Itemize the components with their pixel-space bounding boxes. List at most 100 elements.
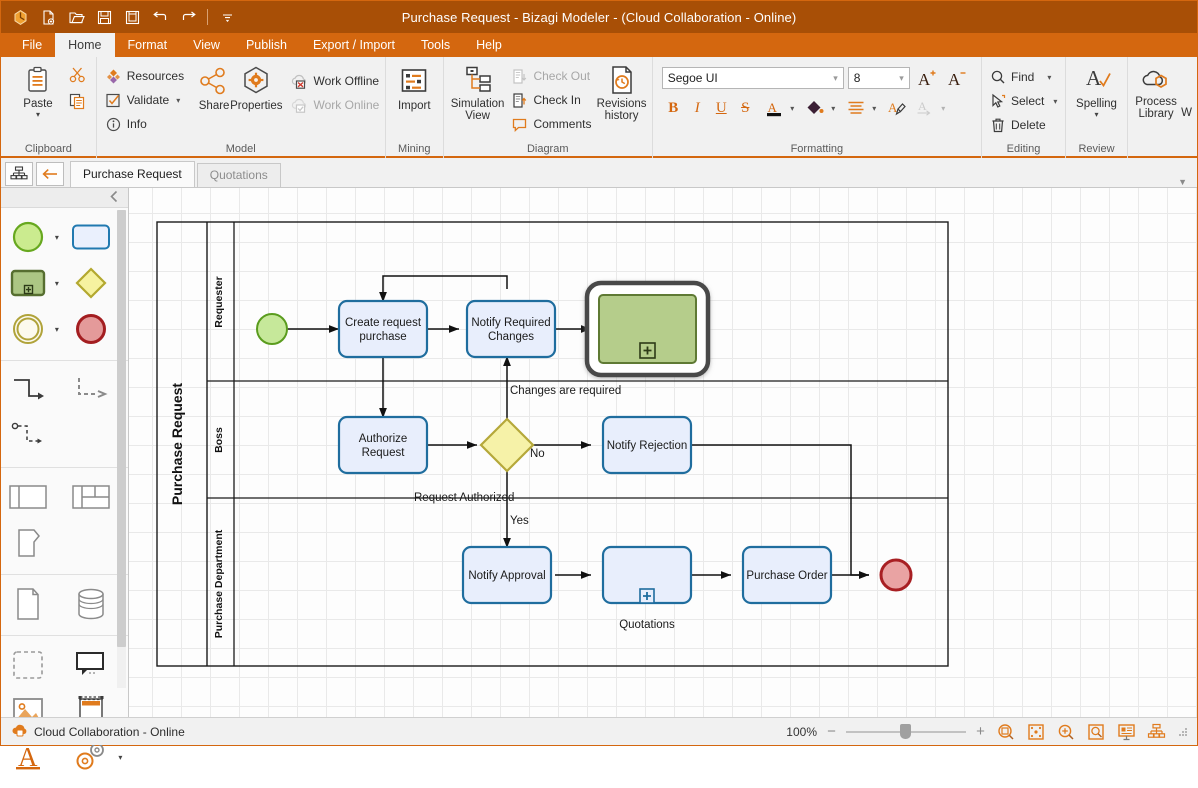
bpmn-diagram[interactable]: Purchase Request Requester Boss Purchase…	[129, 188, 1197, 717]
diagram-canvas[interactable]: Purchase Request Requester Boss Purchase…	[129, 188, 1197, 717]
tab-tools[interactable]: Tools	[408, 33, 463, 57]
doc-tab-quotations[interactable]: Quotations	[196, 163, 281, 187]
work-offline-button[interactable]: Work Offline	[287, 69, 386, 93]
align-caret[interactable]: ▾	[869, 97, 880, 120]
intermediate-event-shape[interactable]	[1, 306, 55, 352]
fill-color-button[interactable]	[804, 97, 827, 120]
zoom-region-button[interactable]	[1085, 722, 1107, 742]
validate-dropdown-caret[interactable]: ▾	[176, 96, 180, 105]
redo-icon[interactable]	[175, 4, 201, 30]
font-color-caret[interactable]: ▾	[787, 97, 798, 120]
zoom-in-tool-button[interactable]	[1055, 722, 1077, 742]
resources-button[interactable]: Resources	[102, 64, 190, 88]
format-painter-button[interactable]: A	[886, 97, 909, 120]
check-out-button[interactable]: Check Out	[508, 64, 596, 88]
copy-button[interactable]	[66, 90, 89, 113]
work-online-button[interactable]: Work Online	[287, 93, 386, 117]
node-end-event[interactable]	[879, 558, 913, 592]
milestone-shape[interactable]	[1, 520, 57, 566]
font-family-caret[interactable]: ▾	[830, 73, 841, 84]
check-in-button[interactable]: Check In	[508, 88, 596, 112]
zoom-slider-thumb[interactable]	[900, 724, 911, 739]
fit-to-page-button[interactable]	[1025, 722, 1047, 742]
italic-button[interactable]: I	[686, 97, 709, 120]
clipped-button-label[interactable]: W	[1179, 107, 1192, 139]
tab-format[interactable]: Format	[115, 33, 181, 57]
delete-button[interactable]: Delete	[987, 113, 1063, 137]
palette-scroll-thumb[interactable]	[117, 210, 126, 647]
clear-format-button[interactable]: A	[914, 97, 937, 120]
clear-format-caret[interactable]: ▾	[938, 97, 949, 120]
tab-export-import[interactable]: Export / Import	[300, 33, 408, 57]
node-create-request-purchase[interactable]: Create request purchase	[337, 299, 429, 359]
app-logo-icon[interactable]	[7, 4, 33, 30]
process-library-button[interactable]: Process Library	[1133, 61, 1179, 120]
node-notify-required-changes[interactable]: Notify Required Changes	[465, 299, 557, 359]
association-connector[interactable]	[1, 413, 57, 459]
cut-button[interactable]	[66, 63, 89, 86]
tab-view[interactable]: View	[180, 33, 233, 57]
properties-button[interactable]: Properties	[230, 61, 283, 112]
end-event-shape[interactable]	[65, 306, 119, 352]
node-notify-rejection[interactable]: Notify Rejection	[601, 415, 693, 475]
gateway-shape[interactable]	[65, 260, 119, 306]
node-selected-subprocess[interactable]	[584, 280, 711, 378]
resize-grip[interactable]	[1177, 726, 1189, 738]
paste-dropdown-caret[interactable]: ▾	[36, 111, 40, 119]
tab-help[interactable]: Help	[463, 33, 515, 57]
select-dropdown-caret[interactable]: ▾	[1053, 97, 1057, 106]
find-button[interactable]: Find ▾	[987, 65, 1063, 89]
new-document-icon[interactable]	[35, 4, 61, 30]
node-purchase-order[interactable]: Purchase Order	[741, 545, 833, 605]
chevron-left-icon[interactable]	[109, 190, 120, 206]
intermediate-event-dropdown-caret[interactable]: ▾	[55, 325, 65, 334]
node-quotations-subprocess[interactable]: Quotations	[601, 545, 693, 631]
info-button[interactable]: Info	[102, 112, 190, 136]
node-start-event[interactable]	[256, 313, 288, 345]
find-dropdown-caret[interactable]: ▾	[1047, 73, 1051, 82]
paste-button[interactable]: Paste ▾	[10, 61, 66, 119]
tab-home[interactable]: Home	[55, 33, 115, 57]
presentation-view-button[interactable]	[1115, 722, 1137, 742]
process-tree-view-button[interactable]	[1145, 722, 1167, 742]
zoom-out-button[interactable]: −	[825, 723, 838, 740]
font-size-combo[interactable]: 8 ▾	[847, 67, 910, 89]
tab-publish[interactable]: Publish	[233, 33, 300, 57]
fill-color-caret[interactable]: ▾	[828, 97, 839, 120]
shrink-font-button[interactable]: A	[944, 65, 970, 91]
lane-requester[interactable]: Requester	[207, 222, 948, 666]
save-as-icon[interactable]	[119, 4, 145, 30]
subprocess-dropdown-caret[interactable]: ▾	[55, 279, 65, 288]
palette-scrollbar[interactable]	[117, 210, 126, 688]
lane-purchase-department[interactable]: Purchase Department	[213, 529, 225, 638]
import-button[interactable]: Import	[391, 61, 438, 112]
start-event-shape[interactable]	[1, 214, 55, 260]
back-button[interactable]	[36, 162, 64, 186]
lane-shape[interactable]	[65, 474, 119, 520]
font-family-combo[interactable]: Segoe UI ▾	[661, 67, 844, 89]
strikethrough-button[interactable]: S	[734, 97, 757, 120]
node-exclusive-gateway[interactable]	[479, 417, 535, 473]
simulation-view-button[interactable]: Simulation View	[451, 61, 504, 122]
diagram-selector-button[interactable]	[5, 162, 33, 186]
node-notify-approval[interactable]: Notify Approval	[461, 545, 553, 605]
zoom-slider[interactable]	[846, 724, 966, 739]
font-color-button[interactable]: A	[763, 97, 786, 120]
spelling-button[interactable]: A Spelling ▾	[1071, 61, 1122, 119]
validate-button[interactable]: Validate ▾	[102, 88, 190, 112]
message-flow-connector[interactable]	[65, 367, 119, 413]
select-button[interactable]: Select ▾	[987, 89, 1063, 113]
zoom-in-button[interactable]: +	[974, 723, 987, 740]
zoom-to-selection-button[interactable]	[995, 722, 1017, 742]
undo-icon[interactable]	[147, 4, 173, 30]
group-shape[interactable]	[1, 642, 55, 688]
data-store-shape[interactable]	[65, 581, 119, 627]
bold-button[interactable]: B	[662, 97, 685, 120]
subprocess-shape[interactable]	[1, 260, 55, 306]
flow-notify-changes-loopback[interactable]	[379, 275, 508, 302]
annotation-shape[interactable]	[65, 642, 119, 688]
start-event-dropdown-caret[interactable]: ▾	[55, 233, 65, 242]
doc-tab-purchase-request[interactable]: Purchase Request	[70, 161, 195, 187]
task-shape[interactable]	[65, 214, 119, 260]
underline-button[interactable]: U	[710, 97, 733, 120]
